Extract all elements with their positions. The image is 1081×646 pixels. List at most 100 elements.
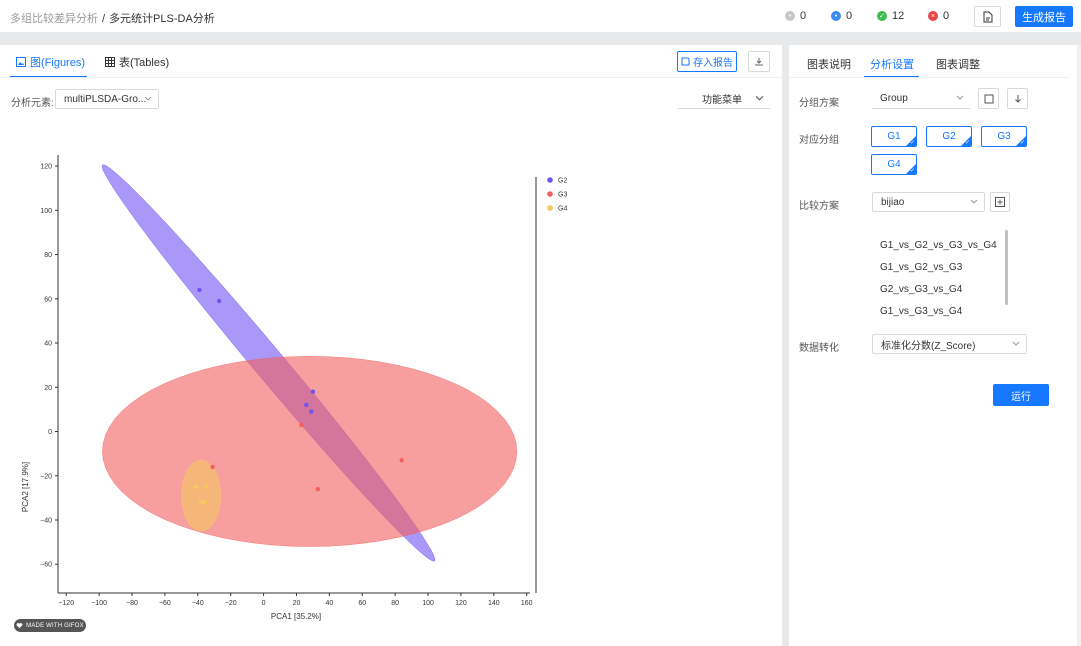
list-item[interactable]: G1_vs_G2_vs_G3 — [880, 262, 962, 273]
running-icon: • — [831, 11, 841, 21]
stat-pending-count: 0 — [800, 10, 807, 22]
error-icon: × — [928, 11, 938, 21]
x-tick-label: −100 — [91, 600, 107, 607]
data-point-g2 — [304, 402, 309, 408]
tab-chart-adjust[interactable]: 图表调整 — [936, 56, 980, 72]
x-tick-label: 100 — [422, 600, 434, 607]
download-icon — [755, 57, 763, 65]
top-bar: 多组比较差异分析 / 多元统计PLS-DA分析 • 0 • 0 ✓ 12 × 0 生… — [0, 0, 1081, 33]
breadcrumb-separator: / — [102, 13, 106, 25]
data-point-g3 — [315, 486, 321, 492]
check-icon: ✓ — [909, 140, 915, 146]
stat-success-count: 12 — [892, 10, 905, 22]
breadcrumb-parent[interactable]: 多组比较差异分析 — [10, 13, 98, 25]
settings-panel: 图表说明 分析设置 图表调整 分组方案 Group 对应分组 G1 ✓ G2 ✓ G… — [789, 45, 1081, 646]
tabs-divider — [0, 77, 782, 78]
run-button[interactable]: 运行 — [993, 384, 1049, 406]
function-menu-value: 功能菜单 — [702, 95, 742, 106]
breadcrumb: 多组比较差异分析 / 多元统计PLS-DA分析 — [10, 10, 215, 26]
x-tick-label: 80 — [391, 600, 399, 607]
data-point-g2 — [216, 298, 222, 304]
chevron-down-icon — [144, 96, 152, 101]
list-item[interactable]: G1_vs_G3_vs_G4 — [880, 306, 962, 317]
x-tick-label: 20 — [293, 600, 301, 607]
data-point-g3 — [399, 458, 404, 463]
gifox-badge: MADE WITH GIFOX — [14, 619, 86, 632]
group-scheme-value: Group — [880, 93, 908, 104]
data-transform-label: 数据转化 — [799, 343, 839, 354]
x-axis-label: PCA1 [35.2%] — [271, 612, 321, 621]
figure-panel: 图(Figures) 表(Tables) 存入报告 分析元素: multiPLS… — [0, 45, 782, 646]
generate-report-button[interactable]: 生成报告 — [1015, 6, 1073, 27]
y-tick-label: 80 — [44, 252, 52, 259]
gifox-badge-label: MADE WITH GIFOX — [26, 622, 84, 629]
data-transform-value: 标准化分数(Z_Score) — [881, 340, 976, 352]
x-tick-label: −120 — [58, 600, 74, 607]
group-chip-g3[interactable]: G3 ✓ — [981, 126, 1027, 147]
data-transform-select[interactable]: 标准化分数(Z_Score) — [872, 334, 1027, 354]
tab-tables[interactable]: 表(Tables) — [105, 54, 169, 70]
x-tick-label: −40 — [192, 600, 204, 607]
chevron-down-icon — [755, 95, 764, 101]
legend-label-g4: G4 — [558, 206, 567, 213]
group-chip-label: G4 — [887, 159, 901, 170]
stat-success: ✓ 12 — [877, 10, 904, 22]
data-point-g3 — [299, 422, 304, 428]
generate-report-label: 生成报告 — [1022, 11, 1066, 24]
stat-running: • 0 — [831, 10, 852, 22]
legend-marker-g2 — [547, 177, 553, 183]
x-tick-label: 160 — [521, 600, 533, 607]
heart-icon — [16, 623, 23, 629]
chevron-down-icon — [1012, 341, 1020, 346]
list-item[interactable]: G2_vs_G3_vs_G4 — [880, 284, 962, 295]
compare-options-list: G1_vs_G2_vs_G3_vs_G4 G1_vs_G2_vs_G3 G2_v… — [872, 229, 1008, 317]
data-point-g2 — [309, 409, 314, 414]
list-item[interactable]: G1_vs_G2_vs_G3_vs_G4 — [880, 240, 997, 251]
group-chip-g1[interactable]: G1 ✓ — [871, 126, 917, 147]
group-chip-label: G3 — [997, 131, 1011, 142]
document-button[interactable] — [974, 6, 1001, 27]
analysis-element-select[interactable]: multiPLSDA-Gro... — [55, 89, 159, 109]
compare-scheme-label: 比较方案 — [799, 201, 839, 212]
compare-scheme-select[interactable]: bijiao — [872, 192, 985, 212]
data-point-g4 — [202, 500, 207, 505]
analysis-element-value: multiPLSDA-Gro... — [64, 93, 147, 105]
group-chip-g4[interactable]: G4 ✓ — [871, 154, 917, 175]
ellipse-g4 — [181, 460, 222, 532]
stat-failed-count: 0 — [943, 10, 950, 22]
page-scrollbar[interactable] — [1077, 45, 1081, 646]
legend-label-g3: G3 — [558, 192, 567, 199]
tab-figures-label: 图(Figures) — [30, 57, 86, 69]
x-tick-label: 0 — [262, 600, 266, 607]
download-button[interactable] — [748, 51, 770, 72]
save-to-report-button[interactable]: 存入报告 — [677, 51, 737, 72]
group-chip-label: G2 — [942, 131, 956, 142]
legend-marker-g4 — [547, 205, 553, 211]
table-icon — [105, 57, 115, 67]
function-menu-select[interactable]: 功能菜单 — [678, 89, 770, 109]
x-tick-label: 120 — [455, 600, 467, 607]
tab-figures[interactable]: 图(Figures) — [16, 54, 85, 70]
tab-chart-description[interactable]: 图表说明 — [807, 56, 851, 72]
stat-running-count: 0 — [846, 10, 853, 22]
check-icon: ✓ — [1019, 140, 1025, 146]
analysis-element-label: 分析元素: — [11, 98, 54, 109]
ellipse-g3 — [102, 356, 518, 547]
y-tick-label: −20 — [40, 473, 52, 480]
x-tick-label: −60 — [159, 600, 171, 607]
tab-tables-label: 表(Tables) — [119, 57, 170, 69]
pls-da-score-plot: −120 −100 −80 −60 −40 −20 0 20 40 60 80 100 120 140 16… — [21, 155, 567, 621]
chevron-down-icon — [956, 95, 964, 100]
x-tick-label: −20 — [225, 600, 237, 607]
group-chip-label: G1 — [887, 131, 901, 142]
stat-pending: • 0 — [785, 10, 806, 22]
group-chip-g2[interactable]: G2 ✓ — [926, 126, 972, 147]
sort-button[interactable] — [1007, 88, 1028, 109]
tab-analysis-settings[interactable]: 分析设置 — [870, 56, 914, 72]
checkbox-button[interactable] — [978, 88, 999, 109]
group-scheme-select[interactable]: Group — [872, 89, 970, 109]
list-scrollbar[interactable] — [1005, 230, 1008, 305]
document-icon — [983, 11, 992, 22]
check-icon: ✓ — [964, 140, 970, 146]
add-compare-button[interactable] — [990, 192, 1010, 212]
